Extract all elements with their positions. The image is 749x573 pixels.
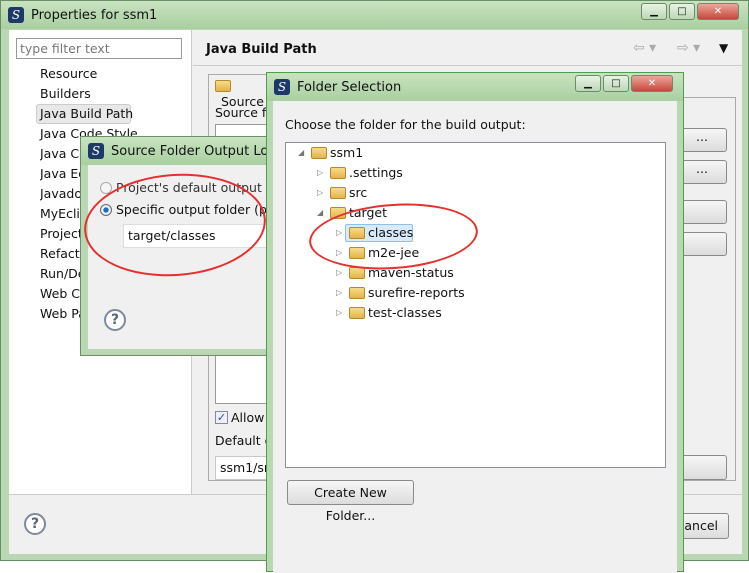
- pref-tree-item[interactable]: Java Co: [40, 146, 82, 161]
- help-icon[interactable]: ?: [24, 513, 46, 535]
- folder-dialog-title-bar: S Folder Selection ▁ □ ✕: [267, 73, 683, 101]
- pref-tree-item[interactable]: Project: [40, 226, 82, 241]
- folder-icon: [349, 267, 365, 279]
- folder-tree-item[interactable]: m2e-jee: [368, 245, 419, 260]
- source-output-dialog: S Source Folder Output Location Project'…: [80, 136, 308, 356]
- close-button[interactable]: ✕: [697, 3, 739, 20]
- collapsed-arrow-icon[interactable]: ▷: [336, 228, 342, 237]
- folder-icon: [349, 307, 365, 319]
- maximize-button[interactable]: □: [603, 75, 629, 92]
- pref-tree-item[interactable]: Java Build Path: [40, 106, 133, 121]
- source-tab-icon: [215, 80, 231, 92]
- app-icon: S: [274, 79, 290, 95]
- collapsed-arrow-icon[interactable]: ▷: [336, 308, 342, 317]
- help-icon[interactable]: ?: [104, 309, 126, 331]
- folder-icon: [330, 207, 346, 219]
- pref-tree-item[interactable]: Java Ed: [40, 166, 82, 181]
- default-output-label: Default o: [215, 433, 273, 448]
- folder-tree-item[interactable]: maven-status: [368, 265, 454, 280]
- pref-tree-item[interactable]: Builders: [40, 86, 91, 101]
- create-new-folder-button[interactable]: Create New Folder...: [287, 480, 414, 523]
- back-icon[interactable]: ⇦ ▾: [633, 40, 656, 56]
- view-menu-icon[interactable]: ▼: [719, 41, 728, 55]
- folder-tree-item[interactable]: target: [349, 205, 387, 220]
- pref-tree-item[interactable]: Web Pa: [40, 306, 82, 321]
- folder-icon: [349, 287, 365, 299]
- side-button-2[interactable]: ...: [677, 160, 727, 184]
- collapsed-arrow-icon[interactable]: ▷: [317, 168, 323, 177]
- allow-checkbox[interactable]: ✓: [215, 411, 228, 424]
- window-title: Properties for ssm1: [31, 8, 158, 23]
- output-folder-input[interactable]: target/classes: [123, 224, 273, 248]
- header-separator: [193, 65, 742, 66]
- source-dialog-title-bar: S Source Folder Output Location: [81, 137, 308, 165]
- collapsed-arrow-icon[interactable]: ▷: [336, 248, 342, 257]
- pref-tree-item[interactable]: Resource: [40, 66, 97, 81]
- expanded-arrow-icon[interactable]: ◢: [298, 148, 304, 157]
- page-title: Java Build Path: [206, 42, 317, 57]
- project-icon: [311, 147, 327, 159]
- folder-tree-item[interactable]: classes: [368, 225, 413, 240]
- app-icon: S: [88, 143, 104, 159]
- radio-default-label: Project's default output fo: [116, 180, 278, 195]
- folder-icon: [330, 187, 346, 199]
- forward-icon[interactable]: ⇨ ▾: [677, 40, 700, 56]
- allow-label: Allow: [231, 410, 265, 425]
- minimize-button[interactable]: ▁: [575, 75, 601, 92]
- folder-icon: [330, 167, 346, 179]
- folder-tree-item[interactable]: test-classes: [368, 305, 442, 320]
- folder-icon: [349, 227, 365, 239]
- side-button-5[interactable]: [677, 455, 727, 480]
- side-button-4[interactable]: [677, 232, 727, 256]
- minimize-button[interactable]: ▁: [641, 3, 667, 20]
- pref-tree-item[interactable]: Javado: [40, 186, 82, 201]
- filter-input[interactable]: type filter text: [16, 38, 182, 59]
- maximize-button[interactable]: □: [669, 3, 695, 20]
- folder-tree-item[interactable]: src: [349, 185, 367, 200]
- app-icon: S: [8, 7, 24, 23]
- folder-tree-item[interactable]: ssm1: [330, 145, 363, 160]
- side-button-3[interactable]: [677, 200, 727, 224]
- expanded-arrow-icon[interactable]: ◢: [317, 208, 323, 217]
- pref-tree-item[interactable]: Run/De: [40, 266, 82, 281]
- collapsed-arrow-icon[interactable]: ▷: [317, 188, 323, 197]
- folder-dialog-title: Folder Selection: [297, 80, 402, 95]
- pref-tree-item[interactable]: Web Co: [40, 286, 82, 301]
- radio-default-output[interactable]: [100, 182, 112, 194]
- pref-tree-item[interactable]: MyEclip: [40, 206, 82, 221]
- collapsed-arrow-icon[interactable]: ▷: [336, 268, 342, 277]
- title-bar: S Properties for ssm1 ▁ □ ✕: [1, 1, 748, 29]
- folder-tree-item[interactable]: .settings: [349, 165, 403, 180]
- folder-prompt: Choose the folder for the build output:: [285, 117, 526, 132]
- collapsed-arrow-icon[interactable]: ▷: [336, 288, 342, 297]
- radio-specific-output[interactable]: [100, 204, 112, 216]
- folder-icon: [349, 247, 365, 259]
- radio-specific-label: Specific output folder (pa: [116, 202, 275, 217]
- folder-tree-item[interactable]: surefire-reports: [368, 285, 465, 300]
- close-button[interactable]: ✕: [631, 75, 673, 92]
- side-button-1[interactable]: ...: [677, 128, 727, 152]
- pref-tree-item[interactable]: Refacto: [40, 246, 82, 261]
